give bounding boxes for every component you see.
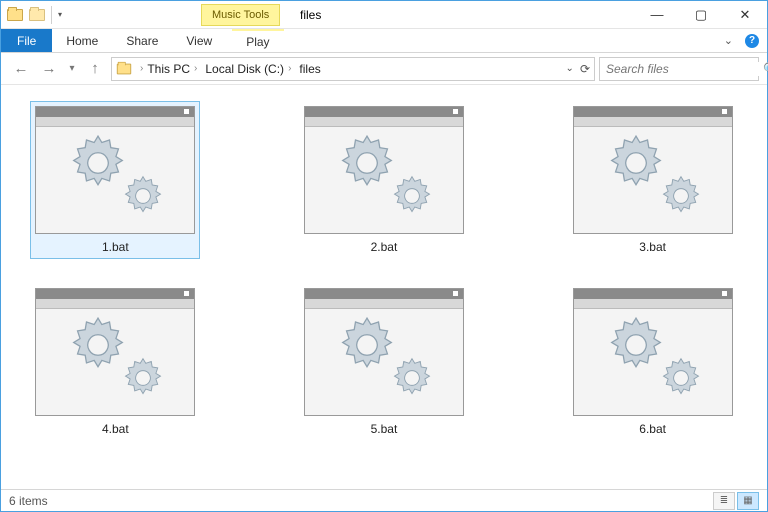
file-name: 2.bat [371, 240, 398, 254]
file-item[interactable]: 4.bat [30, 283, 200, 441]
refresh-button[interactable]: ⟳ [580, 62, 590, 76]
file-item[interactable]: 6.bat [568, 283, 738, 441]
file-thumbnail [573, 288, 733, 416]
search-input[interactable] [606, 62, 763, 76]
navigation-bar: ← → ▾ ↑ ›This PC› Local Disk (C:)› files… [1, 53, 767, 85]
file-item[interactable]: 1.bat [30, 101, 200, 259]
file-thumbnail [573, 106, 733, 234]
maximize-button[interactable]: ▢ [679, 1, 723, 28]
file-grid: 1.bat 2.bat 3.bat 4. [11, 101, 757, 441]
quick-access-toolbar: ▾ [1, 1, 66, 28]
recent-locations-icon[interactable]: ▾ [65, 57, 79, 81]
batch-file-icon [598, 131, 708, 221]
search-box[interactable]: 🔍 [599, 57, 759, 81]
breadcrumb-segment: files [299, 62, 320, 76]
contextual-tab-music-tools[interactable]: Music Tools [201, 4, 280, 26]
forward-button[interactable]: → [37, 57, 61, 81]
batch-file-icon [329, 313, 439, 403]
content-area: 1.bat 2.bat 3.bat 4. [1, 85, 767, 489]
batch-file-icon [60, 313, 170, 403]
breadcrumb-segment: Local Disk (C:)› [205, 62, 295, 76]
file-item[interactable]: 3.bat [568, 101, 738, 259]
breadcrumb-label[interactable]: This PC [147, 62, 190, 76]
titlebar-center: Music Tools files [66, 1, 635, 28]
breadcrumb-label[interactable]: Local Disk (C:) [205, 62, 284, 76]
status-bar: 6 items ≣ ▦ [1, 489, 767, 511]
help-button[interactable]: ? [745, 34, 759, 48]
file-thumbnail [304, 288, 464, 416]
file-name: 5.bat [371, 422, 398, 436]
tab-play[interactable]: Play [232, 29, 283, 52]
breadcrumb-segment: ›This PC› [136, 62, 201, 76]
minimize-button[interactable]: — [635, 1, 679, 28]
file-name: 4.bat [102, 422, 129, 436]
file-thumbnail [304, 106, 464, 234]
up-button[interactable]: ↑ [83, 57, 107, 81]
batch-file-icon [329, 131, 439, 221]
tab-share[interactable]: Share [112, 29, 172, 52]
separator [51, 6, 52, 24]
file-name: 6.bat [639, 422, 666, 436]
file-tab[interactable]: File [1, 29, 52, 52]
file-item[interactable]: 5.bat [299, 283, 469, 441]
file-item[interactable]: 2.bat [299, 101, 469, 259]
back-button[interactable]: ← [9, 57, 33, 81]
tab-home[interactable]: Home [52, 29, 112, 52]
batch-file-icon [598, 313, 708, 403]
close-button[interactable]: ✕ [723, 1, 767, 28]
address-dropdown-icon[interactable]: ⌄ [566, 63, 574, 74]
file-thumbnail [35, 106, 195, 234]
file-name: 3.bat [639, 240, 666, 254]
details-view-button[interactable]: ≣ [713, 492, 735, 510]
ribbon-expand-icon[interactable]: ⌄ [724, 34, 733, 47]
item-count: 6 items [9, 494, 48, 508]
app-icon[interactable] [5, 5, 25, 25]
ribbon-tabs: File Home Share View Play ⌄ ? [1, 29, 767, 53]
qat-item[interactable] [27, 5, 47, 25]
window-controls: — ▢ ✕ [635, 1, 767, 28]
breadcrumb-label[interactable]: files [299, 62, 320, 76]
large-icons-view-button[interactable]: ▦ [737, 492, 759, 510]
window-title: files [300, 8, 321, 22]
tab-view[interactable]: View [172, 29, 226, 52]
file-name: 1.bat [102, 240, 129, 254]
qat-dropdown-icon[interactable]: ▾ [58, 10, 62, 19]
titlebar: ▾ Music Tools files — ▢ ✕ [1, 1, 767, 29]
address-bar[interactable]: ›This PC› Local Disk (C:)› files ⌄ ⟳ [111, 57, 595, 81]
batch-file-icon [60, 131, 170, 221]
file-thumbnail [35, 288, 195, 416]
view-toggles: ≣ ▦ [713, 492, 759, 510]
search-icon: 🔍 [763, 62, 768, 76]
folder-icon [117, 63, 131, 74]
